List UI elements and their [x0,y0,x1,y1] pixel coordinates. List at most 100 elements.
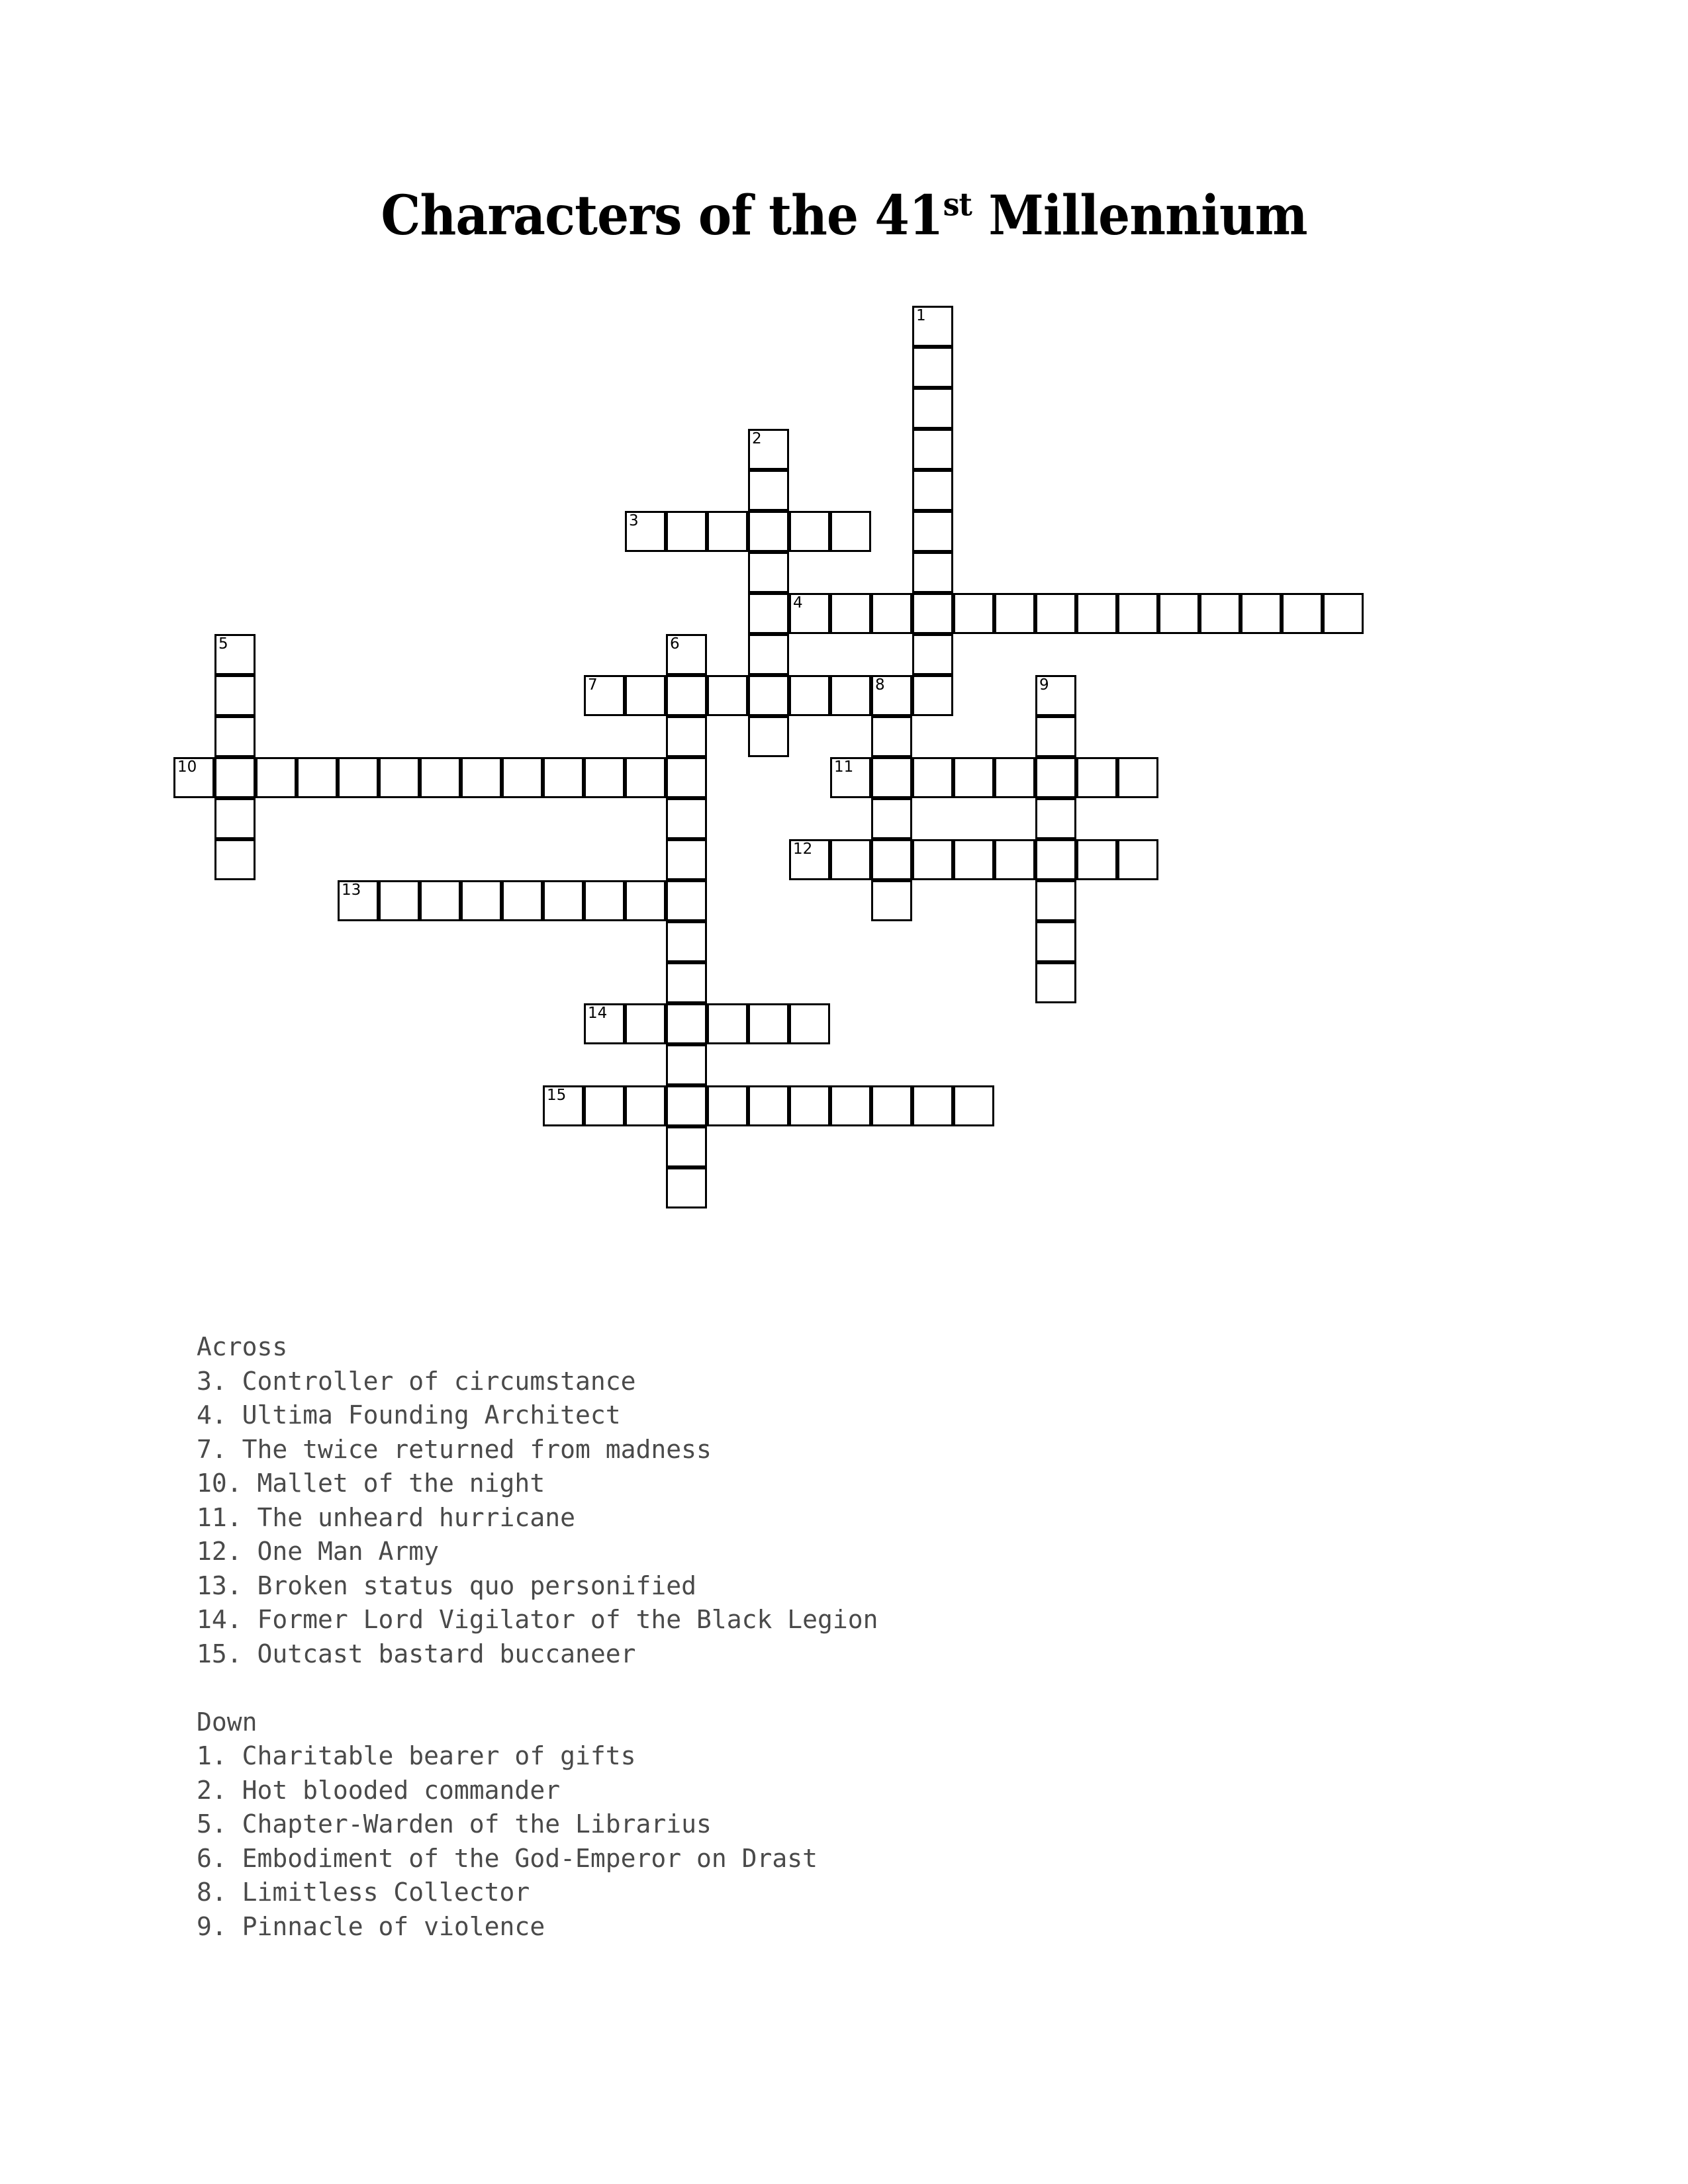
clue-across-7[interactable]: 7. The twice returned from madness [197,1433,1454,1467]
clue-across-14[interactable]: 14. Former Lord Vigilator of the Black L… [197,1603,1454,1637]
clue-across-3[interactable]: 3. Controller of circumstance [197,1365,1454,1399]
clue-across-15[interactable]: 15. Outcast bastard buccaneer [197,1637,1454,1672]
crossword-cell[interactable] [953,1085,994,1126]
crossword-cell[interactable] [789,593,830,634]
crossword-cell[interactable] [584,675,625,716]
crossword-cell[interactable] [912,470,953,511]
crossword-cell[interactable] [666,880,707,921]
crossword-cell[interactable] [912,552,953,593]
clue-across-12[interactable]: 12. One Man Army [197,1535,1454,1569]
crossword-cell[interactable] [543,757,584,798]
crossword-cell[interactable] [994,839,1035,880]
crossword-cell[interactable] [912,1085,953,1126]
crossword-cell[interactable] [666,1167,707,1208]
crossword-cell[interactable] [1117,593,1158,634]
crossword-cell[interactable] [214,798,256,839]
crossword-cell[interactable] [1158,593,1199,634]
crossword-cell[interactable] [502,880,543,921]
crossword-cell[interactable] [912,388,953,429]
crossword-cell[interactable] [584,1085,625,1126]
crossword-cell[interactable] [871,675,912,716]
crossword-cell[interactable] [379,880,420,921]
crossword-cell[interactable] [912,347,953,388]
clue-across-13[interactable]: 13. Broken status quo personified [197,1569,1454,1604]
crossword-cell[interactable] [461,757,502,798]
crossword-cell[interactable] [912,839,953,880]
crossword-cell[interactable] [543,1085,584,1126]
crossword-cell[interactable] [1035,593,1076,634]
crossword-cell[interactable] [912,429,953,470]
crossword-cell[interactable] [953,593,994,634]
crossword-cell[interactable] [666,839,707,880]
crossword-cell[interactable] [707,511,748,552]
clue-across-10[interactable]: 10. Mallet of the night [197,1467,1454,1501]
crossword-cell[interactable] [912,675,953,716]
crossword-cell[interactable] [789,839,830,880]
crossword-cell[interactable] [666,634,707,675]
crossword-cell[interactable] [912,306,953,347]
crossword-cell[interactable] [256,757,297,798]
crossword-cell[interactable] [871,798,912,839]
crossword-cell[interactable] [748,470,789,511]
crossword-cell[interactable] [912,593,953,634]
crossword-cell[interactable] [830,839,871,880]
crossword-cell[interactable] [461,880,502,921]
clue-down-8[interactable]: 8. Limitless Collector [197,1876,1454,1910]
crossword-cell[interactable] [379,757,420,798]
crossword-cell[interactable] [502,757,543,798]
crossword-cell[interactable] [748,511,789,552]
crossword-cell[interactable] [871,880,912,921]
crossword-cell[interactable] [707,1085,748,1126]
crossword-cell[interactable] [748,1085,789,1126]
crossword-cell[interactable] [953,757,994,798]
crossword-cell[interactable] [789,511,830,552]
crossword-cell[interactable] [1076,593,1117,634]
clue-down-6[interactable]: 6. Embodiment of the God-Emperor on Dras… [197,1842,1454,1876]
crossword-cell[interactable] [420,880,461,921]
crossword-cell[interactable] [173,757,214,798]
crossword-cell[interactable] [912,757,953,798]
crossword-grid[interactable]: 1 2 3 4 5 6 7 8 9 10 11 12 13 14 15 [0,0,1688,1257]
crossword-cell[interactable] [748,552,789,593]
crossword-cell[interactable] [1076,839,1117,880]
crossword-cell[interactable] [666,1003,707,1044]
clue-down-2[interactable]: 2. Hot blooded commander [197,1774,1454,1808]
crossword-cell[interactable] [1035,880,1076,921]
crossword-cell[interactable] [625,880,666,921]
crossword-cell[interactable] [1035,921,1076,962]
crossword-cell[interactable] [1035,757,1076,798]
crossword-cell[interactable] [912,511,953,552]
crossword-cell[interactable] [748,593,789,634]
crossword-cell[interactable] [625,757,666,798]
crossword-cell[interactable] [1282,593,1323,634]
crossword-cell[interactable] [994,757,1035,798]
crossword-cell[interactable] [420,757,461,798]
crossword-cell[interactable] [1035,798,1076,839]
crossword-cell[interactable] [707,675,748,716]
crossword-cell[interactable] [1199,593,1241,634]
crossword-cell[interactable] [830,593,871,634]
crossword-cell[interactable] [1076,757,1117,798]
crossword-cell[interactable] [666,921,707,962]
crossword-cell[interactable] [871,716,912,757]
crossword-cell[interactable] [625,1085,666,1126]
crossword-cell[interactable] [214,757,256,798]
crossword-cell[interactable] [789,1085,830,1126]
crossword-cell[interactable] [1035,962,1076,1003]
crossword-cell[interactable] [584,1003,625,1044]
crossword-cell[interactable] [1323,593,1364,634]
crossword-cell[interactable] [1035,839,1076,880]
crossword-cell[interactable] [871,593,912,634]
crossword-cell[interactable] [789,675,830,716]
crossword-cell[interactable] [871,839,912,880]
crossword-cell[interactable] [625,1003,666,1044]
crossword-cell[interactable] [830,675,871,716]
crossword-cell[interactable] [830,511,871,552]
crossword-cell[interactable] [953,839,994,880]
crossword-cell[interactable] [748,1003,789,1044]
crossword-cell[interactable] [625,675,666,716]
crossword-cell[interactable] [994,593,1035,634]
crossword-cell[interactable] [1117,839,1158,880]
crossword-cell[interactable] [338,757,379,798]
crossword-cell[interactable] [214,839,256,880]
